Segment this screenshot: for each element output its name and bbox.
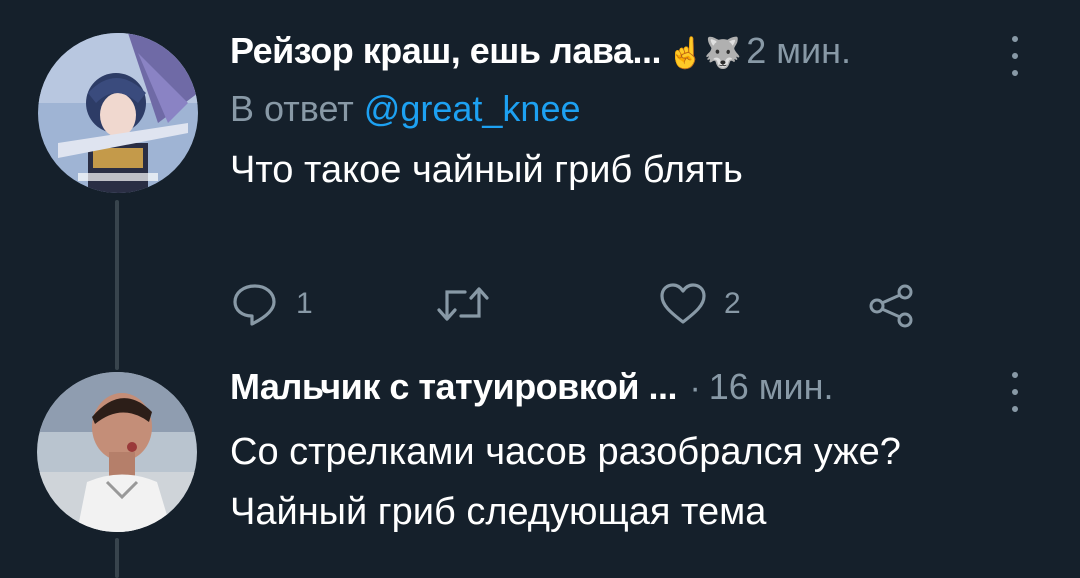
tweet-text-line-1: Со стрелками часов разобрался уже? xyxy=(230,431,901,473)
tweet-2[interactable]: Мальчик с татуировкой ... · 16 мин. Со ст… xyxy=(230,366,1040,542)
avatar[interactable] xyxy=(38,33,198,193)
tweet-header: Рейзор краш, ешь лава... ☝️🐺 2 мин. xyxy=(230,30,1040,86)
reply-icon xyxy=(233,284,276,326)
tweet-time[interactable]: 16 мин. xyxy=(709,366,834,407)
mention-link[interactable]: @great_knee xyxy=(364,88,581,129)
author-name[interactable]: Рейзор краш, ешь лава... xyxy=(230,30,662,71)
retweet-button[interactable] xyxy=(435,282,507,326)
more-icon[interactable] xyxy=(1008,372,1022,412)
tweet-text-line-2: Чайный гриб следующая тема xyxy=(230,491,767,533)
tweet-text: Что такое чайный гриб блять xyxy=(230,149,743,191)
thread-connector-line xyxy=(115,200,119,370)
avatar[interactable] xyxy=(37,372,197,532)
tweet-1[interactable]: Рейзор краш, ешь лава... ☝️🐺 2 мин. В отв… xyxy=(230,30,1040,328)
reply-button[interactable]: 1 xyxy=(230,282,313,326)
tweet-actions: 1 2 xyxy=(230,282,930,332)
share-icon xyxy=(869,284,913,328)
tweet-header: Мальчик с татуировкой ... · 16 мин. xyxy=(230,366,1040,422)
reply-prefix: В ответ xyxy=(230,88,354,129)
author-emoji: ☝️🐺 xyxy=(667,37,742,70)
author-name[interactable]: Мальчик с татуировкой ... xyxy=(230,366,677,407)
more-icon[interactable] xyxy=(1008,36,1022,76)
like-button[interactable]: 2 xyxy=(658,282,741,326)
tweet-time[interactable]: 2 мин. xyxy=(746,30,851,71)
thread-connector-line-bottom xyxy=(115,538,119,578)
like-count: 2 xyxy=(724,287,741,320)
retweet-icon xyxy=(437,287,489,321)
like-icon xyxy=(660,283,706,324)
reply-count: 1 xyxy=(296,287,313,320)
meta-separator: · xyxy=(689,369,701,407)
reply-context: В ответ @great_knee xyxy=(230,88,1040,130)
share-button[interactable] xyxy=(866,282,916,330)
tweet-text: Со стрелками часов разобрался уже? Чайны… xyxy=(230,422,1040,542)
